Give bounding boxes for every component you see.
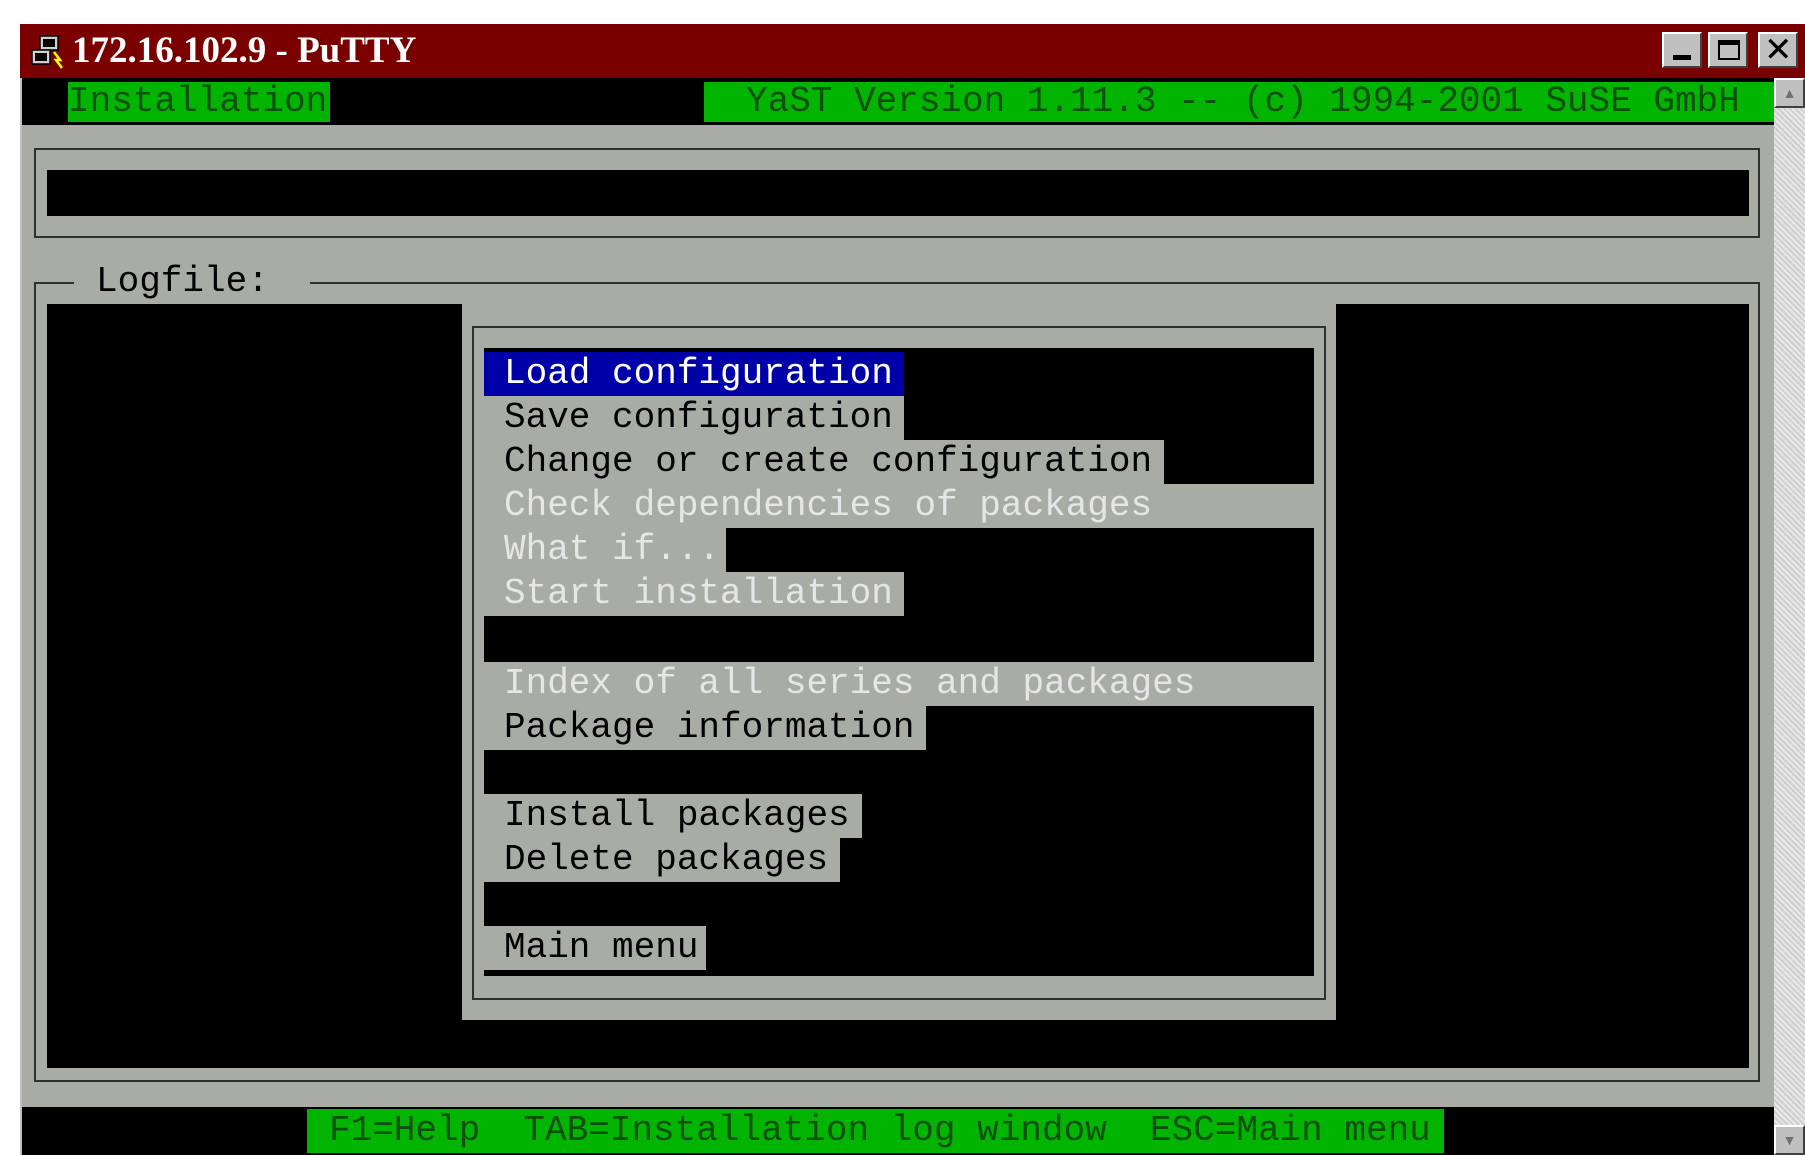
- menu-item-install-packages[interactable]: Install packages: [484, 794, 862, 838]
- header-module-title: Installation: [68, 82, 330, 122]
- menu-item-load-configuration[interactable]: Load configuration: [484, 352, 904, 396]
- status-line: [47, 170, 1749, 216]
- menu-item-start-installation[interactable]: Start installation: [484, 572, 904, 616]
- menu-item-label: Delete packages: [504, 839, 829, 880]
- minimize-button[interactable]: [1662, 32, 1702, 68]
- menu-item-label: Install packages: [504, 795, 850, 836]
- menu-item-label: Load configuration: [504, 353, 893, 394]
- terminal-screen[interactable]: Installation YaST Version 1.11.3 -- (c) …: [22, 78, 1774, 1155]
- title-bar[interactable]: 172.16.102.9 - PuTTY ✕: [20, 24, 1805, 78]
- hint-bar: F1=Help TAB=Installation log window ESC=…: [307, 1109, 1444, 1153]
- menu-item-main-menu[interactable]: Main menu: [484, 926, 706, 970]
- header-version-info: YaST Version 1.11.3 -- (c) 1994-2001 SuS…: [704, 82, 1774, 122]
- scroll-up-arrow-icon[interactable]: ▲: [1774, 78, 1805, 108]
- putty-icon[interactable]: [30, 34, 66, 70]
- maximize-button[interactable]: [1708, 32, 1748, 68]
- menu-item-label: Package information: [504, 707, 915, 748]
- menu-item-label: Index of all series and packages: [504, 663, 1196, 704]
- menu-item-package-information[interactable]: Package information: [484, 706, 926, 750]
- minimize-icon: [1673, 55, 1691, 60]
- menu-item-check-dependencies[interactable]: Check dependencies of packages: [484, 484, 1314, 528]
- menu-item-delete-packages[interactable]: Delete packages: [484, 838, 840, 882]
- menu-item-label: Change or create configuration: [504, 441, 1153, 482]
- logfile-label: Logfile:: [88, 262, 277, 302]
- window-title: 172.16.102.9 - PuTTY: [72, 30, 417, 71]
- menu-item-label: Start installation: [504, 573, 893, 614]
- close-button[interactable]: ✕: [1758, 30, 1798, 70]
- header-left-text: Installation: [68, 81, 328, 122]
- vertical-scrollbar[interactable]: ▲ ▼: [1774, 78, 1805, 1155]
- yast-header-bar: Installation YaST Version 1.11.3 -- (c) …: [22, 78, 1774, 125]
- close-icon: ✕: [1764, 30, 1793, 70]
- menu-item-change-configuration[interactable]: Change or create configuration: [484, 440, 1164, 484]
- header-right-text: YaST Version 1.11.3 -- (c) 1994-2001 SuS…: [746, 81, 1740, 122]
- menu-item-index-all-series[interactable]: Index of all series and packages: [484, 662, 1314, 706]
- scroll-down-arrow-icon[interactable]: ▼: [1774, 1125, 1805, 1155]
- menu-item-label: Main menu: [504, 927, 699, 968]
- menu-item-label: What if...: [504, 529, 721, 570]
- menu-item-label: Check dependencies of packages: [504, 485, 1153, 526]
- menu-item-label: Save configuration: [504, 397, 893, 438]
- log-frame-top-right: [310, 282, 1760, 284]
- maximize-icon: [1718, 40, 1740, 60]
- menu-item-what-if[interactable]: What if...: [484, 528, 726, 572]
- menu-item-save-configuration[interactable]: Save configuration: [484, 396, 904, 440]
- log-frame-top-left: [34, 282, 74, 284]
- key-hints: F1=Help TAB=Installation log window ESC=…: [329, 1110, 1431, 1151]
